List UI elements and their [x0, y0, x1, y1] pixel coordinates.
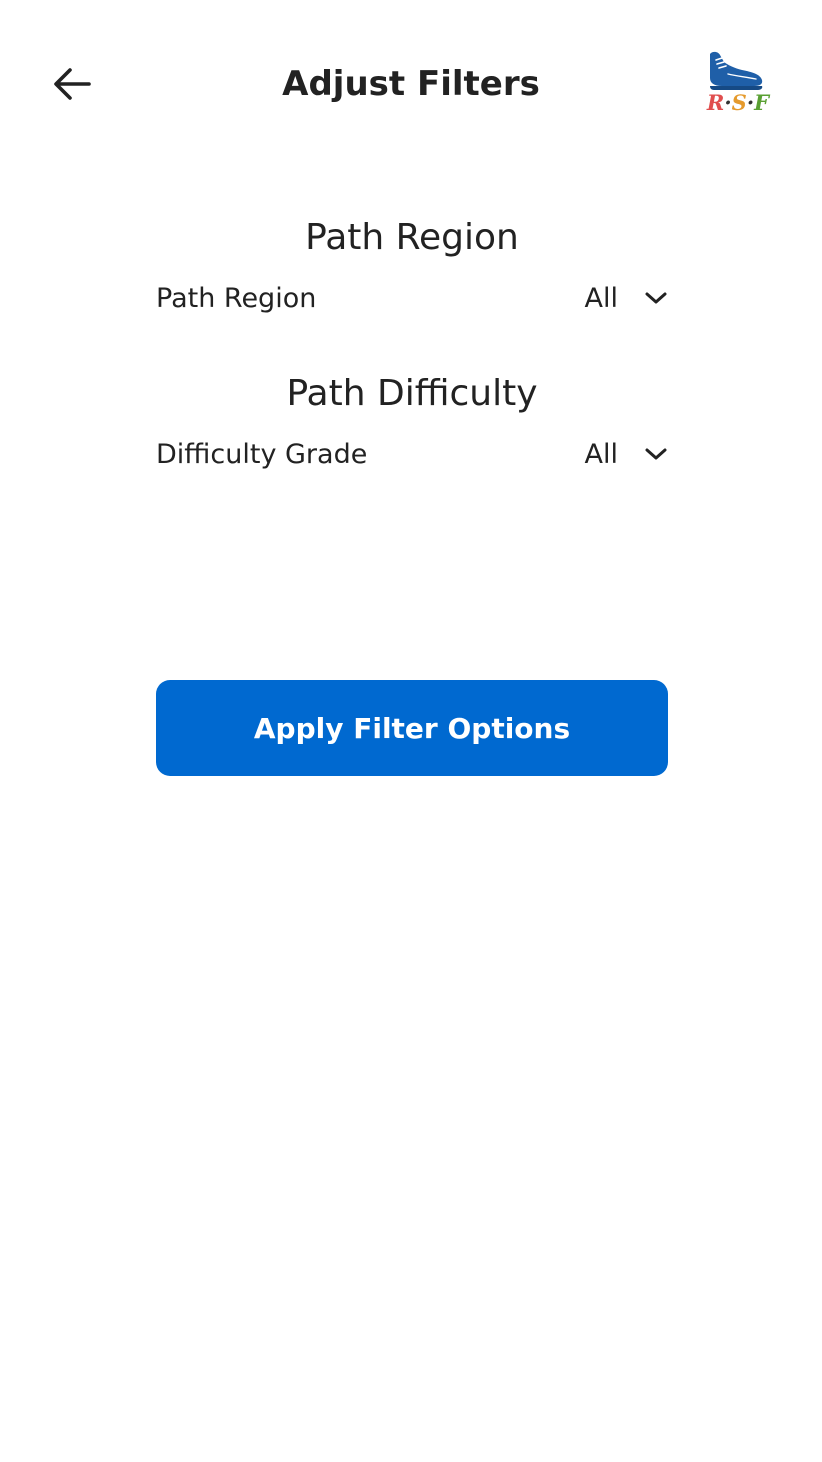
- logo-letter-s: S: [731, 90, 747, 115]
- region-heading: Path Region: [305, 217, 519, 258]
- difficulty-value: All: [584, 438, 618, 470]
- app-header: Adjust Filters R·S·F: [0, 0, 822, 170]
- running-shoe-icon: [710, 51, 763, 90]
- apply-filters-button[interactable]: Apply Filter Options: [156, 680, 668, 776]
- app-logo: R·S·F: [700, 48, 776, 122]
- chevron-down-icon: [644, 286, 668, 310]
- region-label: Path Region: [156, 282, 317, 314]
- page-title: Adjust Filters: [282, 64, 540, 104]
- difficulty-heading: Path Difficulty: [286, 373, 538, 414]
- difficulty-select[interactable]: All: [585, 439, 668, 470]
- chevron-down-icon: [644, 442, 668, 466]
- logo-wordmark: R·S·F: [700, 90, 776, 116]
- difficulty-dropdown[interactable]: Difficulty Grade All: [156, 426, 668, 482]
- region-section: Path Region Path Region All: [156, 210, 668, 326]
- difficulty-section: Path Difficulty Difficulty Grade All: [156, 366, 668, 482]
- logo-dot: ·: [724, 90, 732, 115]
- region-dropdown[interactable]: Path Region All: [156, 270, 668, 326]
- filters-panel: Path Region Path Region All Path Difficu…: [156, 210, 668, 482]
- logo-letter-f: F: [754, 90, 770, 115]
- logo-letter-r: R: [706, 90, 725, 115]
- difficulty-label: Difficulty Grade: [156, 438, 368, 470]
- region-value: All: [584, 282, 618, 314]
- region-select[interactable]: All: [585, 283, 668, 314]
